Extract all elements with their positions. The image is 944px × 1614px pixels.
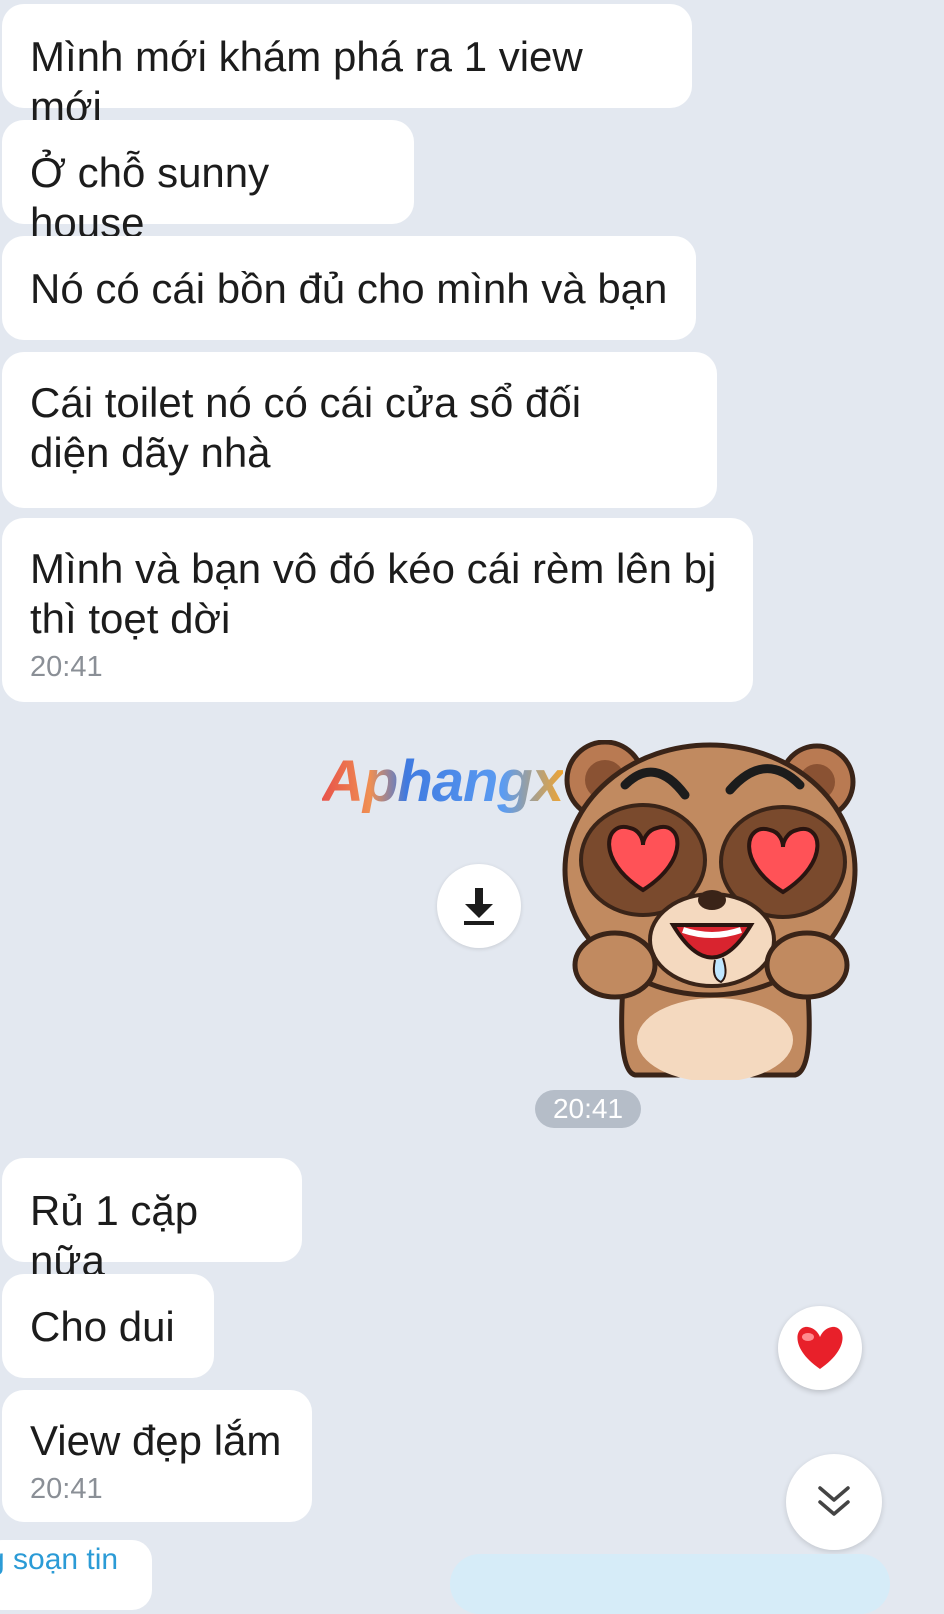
message-bubble[interactable]: Cho dui [2, 1274, 214, 1378]
message-bubble[interactable]: Rủ 1 cặp nữa [2, 1158, 302, 1284]
message-text: Ở chỗ sunny house [30, 149, 270, 246]
message-bubble[interactable]: Mình mới khám phá ra 1 view mới [2, 4, 692, 130]
download-button[interactable] [437, 864, 521, 948]
message-time: 20:41 [30, 1473, 103, 1505]
message-text: Rủ 1 cặp nữa [30, 1187, 199, 1284]
double-chevron-down-icon [818, 1486, 850, 1516]
watermark-logo: Aphangx [322, 749, 564, 814]
heart-icon [797, 1326, 843, 1369]
reaction-button[interactable] [778, 1306, 862, 1390]
message-bubble[interactable]: Ở chỗ sunny house [2, 120, 414, 246]
message-time: 20:41 [30, 651, 103, 683]
message-text: Cho dui [30, 1303, 175, 1350]
composer-bar[interactable] [450, 1554, 890, 1614]
scroll-to-bottom-button[interactable] [786, 1454, 882, 1550]
message-text: Mình mới khám phá ra 1 view mới [30, 33, 583, 130]
message-bubble[interactable]: Mình và bạn vô đó kéo cái rèm lên bj thì… [2, 518, 753, 702]
message-text: Cái toilet nó có cái cửa sổ đối diện dãy… [30, 379, 582, 476]
sticker-timestamp: 20:41 [535, 1090, 641, 1128]
message-bubble[interactable]: Nó có cái bồn đủ cho mình và bạn [2, 236, 696, 340]
bear-heart-eyes-sticker[interactable] [555, 740, 860, 1080]
message-text: Nó có cái bồn đủ cho mình và bạn [30, 265, 668, 312]
message-text: View đẹp lắm [30, 1417, 282, 1464]
message-bubble[interactable]: View đẹp lắm 20:41 [2, 1390, 312, 1522]
message-bubble[interactable]: Cái toilet nó có cái cửa sổ đối diện dãy… [2, 352, 717, 508]
download-icon [464, 888, 494, 925]
message-text: Mình và bạn vô đó kéo cái rèm lên bj thì… [30, 545, 717, 642]
